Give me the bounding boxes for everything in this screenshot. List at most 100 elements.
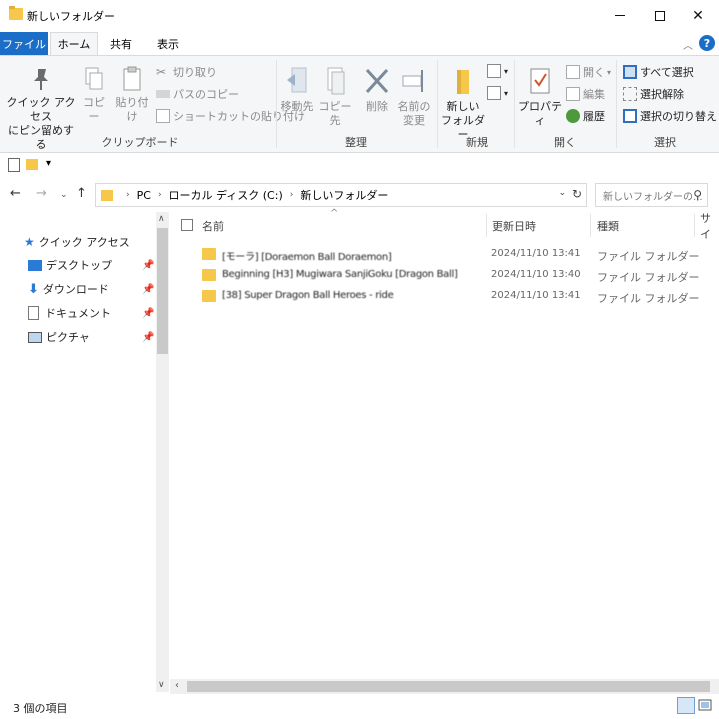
nav-scrollbar-thumb[interactable] [157,228,168,354]
quick-access-toolbar [0,153,719,178]
open-button[interactable]: 開く ▾ [566,64,611,80]
copy-to-icon [327,67,345,95]
pin-icon [34,69,48,90]
file-name: [モーラ] [Doraemon Ball Doraemon] [222,252,392,263]
nav-item-desktop[interactable]: デスクトップ [28,257,112,273]
scroll-left-icon[interactable]: ‹ [175,680,179,691]
nav-item-downloads[interactable]: ⬇ ダウンロード [28,281,109,297]
breadcrumb-chevron-icon[interactable]: › [158,190,162,200]
desktop-icon [28,259,42,271]
invert-selection-button[interactable]: 選択の切り替え [623,108,717,124]
edit-button[interactable]: 編集 [566,86,605,102]
new-folder-qat-icon[interactable] [26,159,38,170]
new-item-button[interactable]: ▾ [487,64,508,78]
edit-icon [566,87,580,101]
rename-label-line2: 変更 [403,114,425,127]
easy-access-button[interactable]: ▾ [487,86,508,100]
cut-button[interactable]: ✂ 切り取り [156,64,217,80]
scroll-down-icon[interactable]: ∨ [158,680,165,690]
nav-item-documents[interactable]: ドキュメント [28,305,111,321]
column-header-date[interactable]: 更新日時 [492,212,536,239]
copy-path-button[interactable]: パスのコピー [156,86,239,102]
nav-item-label: デスクトップ [46,259,112,272]
tab-view[interactable]: 表示 [147,32,189,55]
file-row[interactable]: [モーラ] [Doraemon Ball Doraemon] 2024/11/1… [172,244,702,265]
properties-check-icon[interactable] [8,158,20,172]
paste-button[interactable]: 貼り付け [111,66,153,124]
tab-file[interactable]: ファイル [0,32,48,55]
pin-icon[interactable]: 📌 [142,308,154,319]
sort-ascending-icon: ^ [330,208,339,219]
column-divider[interactable] [694,214,695,237]
select-all-checkbox[interactable] [181,219,193,231]
open-icon [566,65,580,79]
customize-qat-icon[interactable]: ▾ [46,158,51,169]
breadcrumb-pc[interactable]: PC [137,189,151,202]
nav-quick-access[interactable]: ★ クイック アクセス [24,234,130,250]
dropdown-arrow-icon: ▾ [504,66,509,76]
close-button[interactable]: ✕ [676,0,719,31]
pin-icon[interactable]: 📌 [142,332,154,343]
select-none-button[interactable]: 選択解除 [623,86,684,102]
search-icon[interactable]: ⚲ [693,188,702,202]
folder-icon [9,6,23,20]
invert-selection-icon [623,109,637,123]
column-header-type[interactable]: 種類 [597,212,619,239]
folder-icon [202,290,216,302]
breadcrumb-chevron-icon[interactable]: › [290,190,294,200]
column-header-name[interactable]: 名前 [202,212,224,239]
breadcrumb-chevron-icon[interactable]: › [126,190,130,200]
horizontal-scrollbar-thumb[interactable] [187,681,710,692]
invert-selection-label: 選択の切り替え [640,110,717,123]
copy-button[interactable]: コピー [80,66,108,124]
address-dropdown-icon[interactable]: ⌄ [558,188,566,198]
refresh-icon[interactable]: ↻ [572,187,582,201]
forward-arrow-icon[interactable]: → [36,186,47,201]
select-all-icon [623,65,637,79]
properties-button[interactable]: プロパティ [518,66,562,128]
column-header-size[interactable]: サイ [700,212,719,241]
nav-item-pictures[interactable]: ピクチャ [28,329,90,345]
up-arrow-icon[interactable]: ↑ [76,186,87,201]
shortcut-icon [156,109,170,123]
details-view-icon[interactable] [677,697,695,714]
minimize-button[interactable] [598,0,642,31]
delete-button[interactable]: 削除 [362,66,392,114]
collapse-ribbon-icon[interactable]: ︿ [683,37,693,52]
new-folder-label-line1: 新しい [446,100,480,113]
rename-button[interactable]: 名前の 変更 [396,66,432,128]
select-group-label: 選択 [654,136,676,149]
file-date: 2024/11/10 13:40 [491,269,581,280]
back-arrow-icon[interactable]: ← [10,186,21,201]
scroll-up-icon[interactable]: ∧ [158,214,165,224]
history-button[interactable]: 履歴 [566,108,605,124]
tab-share[interactable]: 共有 [101,32,141,55]
move-to-button[interactable]: 移動先 [280,66,314,114]
rename-label-line1: 名前の [397,100,431,113]
pin-quick-access-button[interactable]: クイック アクセス にピン留めする [6,66,76,152]
search-box[interactable]: 新しいフォルダーの... ⚲ [595,183,708,207]
new-folder-button[interactable]: 新しい フォルダー [441,66,485,142]
pin-icon[interactable]: 📌 [142,284,154,295]
pictures-icon [28,331,42,343]
file-name: [38] Super Dragon Ball Heroes - ride [222,290,394,301]
dropdown-arrow-icon: ▾ [504,88,509,98]
history-icon [566,109,580,123]
address-bar[interactable]: › PC › ローカル ディスク (C:) › 新しいフォルダー ⌄ ↻ [95,183,587,207]
column-divider[interactable] [486,214,487,237]
help-icon[interactable]: ? [699,35,715,51]
large-icons-view-icon[interactable] [698,698,712,712]
star-icon: ★ [24,235,35,249]
file-type: ファイル フォルダー [597,292,700,305]
recent-locations-icon[interactable]: ⌄ [60,190,68,200]
breadcrumb-local-disk[interactable]: ローカル ディスク (C:) [169,187,283,203]
column-divider[interactable] [590,214,591,237]
tab-home[interactable]: ホーム [50,32,98,55]
cut-label: 切り取り [173,66,217,79]
pin-icon[interactable]: 📌 [142,260,154,271]
breadcrumb-current-folder[interactable]: 新しいフォルダー [300,187,388,203]
copy-to-button[interactable]: コピー先 [318,66,352,128]
select-all-button[interactable]: すべて選択 [623,64,694,80]
file-row[interactable]: [38] Super Dragon Ball Heroes - ride 202… [172,286,702,307]
file-row[interactable]: Beginning [H3] Mugiwara SanjiGoku [Drago… [172,265,702,286]
